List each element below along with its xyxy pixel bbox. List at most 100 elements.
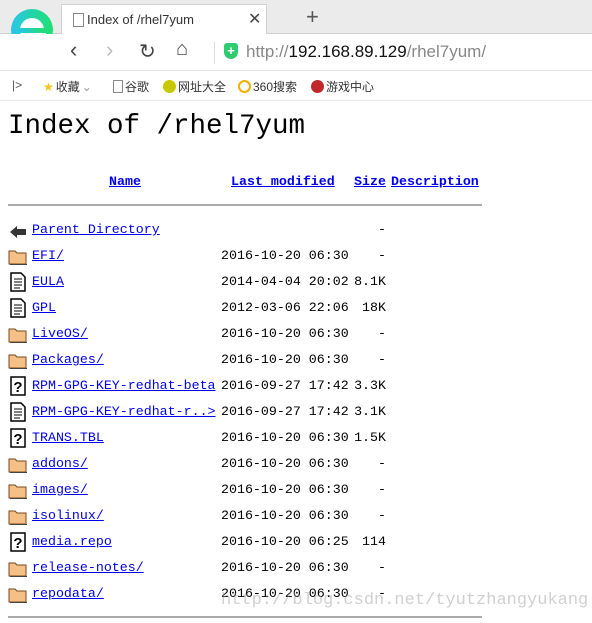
unknown-file-icon: ? <box>8 428 28 448</box>
table-row: EULA 2014-04-04 20:02 8.1K <box>0 272 592 294</box>
file-link[interactable]: addons/ <box>32 456 88 471</box>
bookmark-label: 谷歌 <box>125 80 150 94</box>
table-row: release-notes/ 2016-10-20 06:30 - <box>0 558 592 580</box>
text-file-icon <box>8 272 28 292</box>
file-link[interactable]: RPM-GPG-KEY-redhat-beta <box>32 378 216 393</box>
folder-icon <box>8 480 28 500</box>
file-link[interactable]: images/ <box>32 482 88 497</box>
bookmarks-bar: |> ★ 收藏 ⌄ 谷歌 网址大全 360搜索 游戏中心 <box>0 71 592 101</box>
file-link[interactable]: media.repo <box>32 534 112 549</box>
bookmark-games[interactable]: 游戏中心 <box>311 78 374 95</box>
file-link[interactable]: GPL <box>32 300 56 315</box>
home-icon[interactable]: ⌂ <box>176 38 188 61</box>
tab-bar: Index of /rhel7yum ✕ + <box>0 0 592 51</box>
sort-by-modified-link[interactable]: Last modified <box>231 174 335 189</box>
new-tab-button[interactable]: + <box>306 4 319 30</box>
page-title: Index of /rhel7yum <box>8 111 306 142</box>
last-modified: 2014-04-04 20:02 <box>221 274 349 289</box>
file-link[interactable]: TRANS.TBL <box>32 430 104 445</box>
divider <box>214 42 215 64</box>
file-size: 1.5K <box>354 430 386 445</box>
url-scheme: http:// <box>246 42 289 61</box>
file-link[interactable]: LiveOS/ <box>32 326 88 341</box>
last-modified: 2016-10-20 06:30 <box>221 326 349 341</box>
file-link[interactable]: Parent Directory <box>32 222 160 237</box>
back-icon[interactable]: ‹ <box>70 37 77 63</box>
page-icon <box>113 80 123 93</box>
bookmark-google[interactable]: 谷歌 <box>113 78 149 95</box>
file-link[interactable]: RPM-GPG-KEY-redhat-r..> <box>32 404 216 419</box>
bookmark-hao[interactable]: 网址大全 <box>163 78 226 95</box>
last-modified: 2016-10-20 06:30 <box>221 456 349 471</box>
folder-icon <box>8 350 28 370</box>
address-bar[interactable]: http://192.168.89.129/rhel7yum/ <box>246 42 486 62</box>
table-row: Parent Directory - <box>0 220 592 242</box>
last-modified: 2016-10-20 06:30 <box>221 430 349 445</box>
svg-text:?: ? <box>13 431 22 448</box>
file-size: - <box>378 248 386 263</box>
close-tab-icon[interactable]: ✕ <box>248 9 261 29</box>
bookmark-label: 360搜索 <box>253 80 298 94</box>
file-size: - <box>378 222 386 237</box>
security-shield-icon[interactable]: + <box>224 43 238 59</box>
text-file-icon <box>8 402 28 422</box>
watermark: http://blog.csdn.net/tyutzhangyukang <box>221 591 589 610</box>
last-modified: 2016-10-20 06:25 <box>221 534 349 549</box>
file-link[interactable]: EFI/ <box>32 248 64 263</box>
divider <box>8 616 482 618</box>
360-search-icon <box>238 80 251 93</box>
unknown-file-icon: ? <box>8 532 28 552</box>
url-host: 192.168.89.129 <box>288 42 407 61</box>
bookmark-360[interactable]: 360搜索 <box>238 78 297 95</box>
file-size: - <box>378 326 386 341</box>
table-row: LiveOS/ 2016-10-20 06:30 - <box>0 324 592 346</box>
file-size: - <box>378 508 386 523</box>
text-file-icon <box>8 298 28 318</box>
sort-by-name-link[interactable]: Name <box>109 174 141 189</box>
folder-icon <box>8 506 28 526</box>
game-center-icon <box>311 80 324 93</box>
file-size: - <box>378 456 386 471</box>
file-size: 18K <box>362 300 386 315</box>
last-modified: 2016-10-20 06:30 <box>221 248 349 263</box>
bookmark-label: 网址大全 <box>178 80 227 94</box>
reload-icon[interactable]: ↻ <box>139 39 156 64</box>
tab-title: Index of /rhel7yum <box>87 12 194 27</box>
file-link[interactable]: release-notes/ <box>32 560 144 575</box>
divider <box>8 204 482 206</box>
table-row: Packages/ 2016-10-20 06:30 - <box>0 350 592 372</box>
bookmark-favorites[interactable]: ★ 收藏 ⌄ <box>43 78 92 95</box>
table-row: EFI/ 2016-10-20 06:30 - <box>0 246 592 268</box>
file-size: 3.3K <box>354 378 386 393</box>
sidebar-toggle-icon[interactable]: |> <box>12 78 22 92</box>
table-row: ? RPM-GPG-KEY-redhat-beta 2016-09-27 17:… <box>0 376 592 398</box>
url-path: /rhel7yum/ <box>406 42 487 61</box>
forward-icon[interactable]: › <box>106 37 113 63</box>
page-content: Index of /rhel7yum Name Last modified Si… <box>0 101 592 623</box>
last-modified: 2016-09-27 17:42 <box>221 404 349 419</box>
sort-by-size-link[interactable]: Size <box>354 174 386 189</box>
file-size: 114 <box>362 534 386 549</box>
last-modified: 2016-10-20 06:30 <box>221 560 349 575</box>
last-modified: 2016-10-20 06:30 <box>221 508 349 523</box>
file-link[interactable]: repodata/ <box>32 586 104 601</box>
table-row: GPL 2012-03-06 22:06 18K <box>0 298 592 320</box>
file-link[interactable]: EULA <box>32 274 64 289</box>
file-size: - <box>378 560 386 575</box>
file-size: - <box>378 352 386 367</box>
file-link[interactable]: Packages/ <box>32 352 104 367</box>
file-size: - <box>378 482 386 497</box>
back-arrow-icon <box>8 220 28 240</box>
table-row: addons/ 2016-10-20 06:30 - <box>0 454 592 476</box>
file-link[interactable]: isolinux/ <box>32 508 104 523</box>
svg-text:?: ? <box>13 535 22 552</box>
folder-icon <box>8 584 28 604</box>
browser-tab[interactable]: Index of /rhel7yum ✕ <box>61 4 267 34</box>
sort-by-description-link[interactable]: Description <box>391 174 479 189</box>
file-size: 8.1K <box>354 274 386 289</box>
folder-icon <box>8 246 28 266</box>
svg-text:?: ? <box>13 379 22 396</box>
nav-bar: ‹ › ↻ ⌂ + http://192.168.89.129/rhel7yum… <box>0 34 592 71</box>
folder-icon <box>8 558 28 578</box>
file-size: 3.1K <box>354 404 386 419</box>
